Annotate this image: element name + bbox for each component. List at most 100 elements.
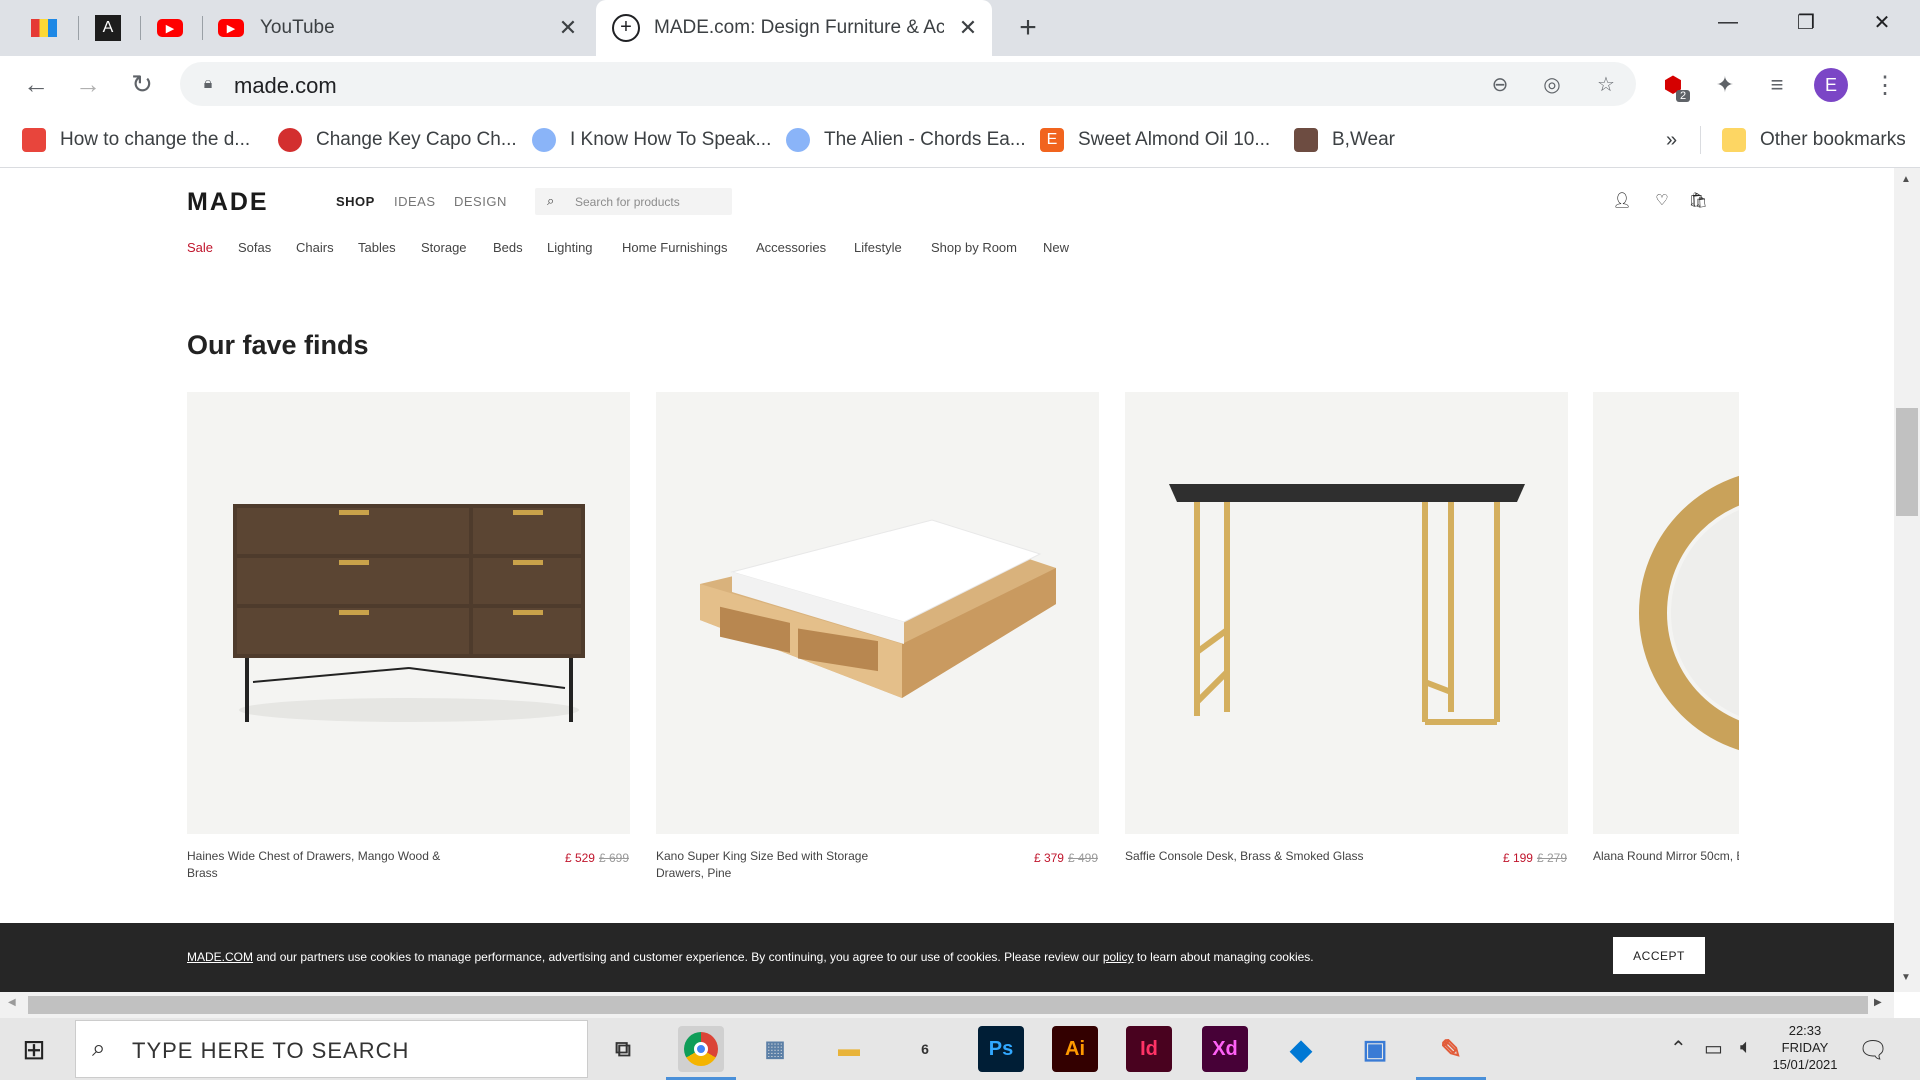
search-icon: ⌕	[547, 193, 555, 208]
tracking-blocked-eye-icon[interactable]: ◎	[1538, 70, 1566, 98]
nav-ideas[interactable]: IDEAS	[394, 194, 436, 209]
tab-pinned-atom[interactable]: A	[78, 0, 138, 56]
product-name[interactable]: Alana Round Mirror 50cm, B	[1593, 848, 1739, 865]
window-close-icon[interactable]: ✕	[1844, 0, 1920, 44]
category-sofas[interactable]: Sofas	[238, 240, 271, 255]
horizontal-scroll-thumb[interactable]	[28, 996, 1868, 1014]
tab-youtube[interactable]: ▶ YouTube ✕	[218, 0, 590, 56]
extensions-puzzle-icon[interactable]: ✦	[1708, 68, 1742, 102]
product-search-input[interactable]: ⌕ Search for products	[535, 188, 732, 215]
minimize-icon[interactable]: —	[1690, 0, 1766, 44]
product-image-chest-of-drawers[interactable]	[187, 392, 630, 834]
battery-icon[interactable]: ▭	[1704, 1036, 1723, 1061]
scroll-left-arrow-icon[interactable]: ◀	[8, 997, 16, 1008]
category-new[interactable]: New	[1043, 240, 1069, 255]
category-sale[interactable]: Sale	[187, 240, 213, 255]
policy-link[interactable]: policy	[1103, 950, 1134, 964]
category-accessories[interactable]: Accessories	[756, 240, 826, 255]
product-image-bed[interactable]	[656, 392, 1099, 834]
scroll-up-arrow-icon[interactable]: ▲	[1901, 174, 1911, 185]
new-tab-plus-icon[interactable]: +	[1012, 11, 1044, 44]
nav-design[interactable]: DESIGN	[454, 194, 507, 209]
restore-icon[interactable]: ❐	[1768, 0, 1844, 44]
nav-shop[interactable]: SHOP	[336, 194, 375, 209]
bookmark-item[interactable]: I Know How To Speak...	[532, 124, 771, 156]
wishlist-heart-icon[interactable]: ♡	[1652, 190, 1672, 210]
chrome-icon[interactable]	[678, 1026, 724, 1072]
bookmarks-bar: How to change the d... Change Key Capo C…	[0, 112, 1920, 168]
forward-arrow-icon[interactable]: →	[68, 64, 108, 104]
close-icon[interactable]: ✕	[954, 14, 982, 42]
taskbar-search-input[interactable]: ⌕ TYPE HERE TO SEARCH	[75, 1020, 588, 1078]
volume-icon[interactable]: 🔈︎	[1740, 1036, 1752, 1059]
taskbar-clock[interactable]: 22:33 FRIDAY 15/01/2021	[1770, 1022, 1840, 1073]
site-logo[interactable]: MADE	[187, 188, 269, 217]
product-name[interactable]: Saffie Console Desk, Brass & Smoked Glas…	[1125, 848, 1385, 865]
file-explorer-icon[interactable]: ▬	[826, 1026, 872, 1072]
atom-favicon: A	[95, 15, 121, 41]
cookie-banner: MADE.COM and our partners use cookies to…	[0, 923, 1894, 992]
bookmark-item[interactable]: The Alien - Chords Ea...	[786, 124, 1026, 156]
vertical-scrollbar[interactable]: ▲ ▼	[1894, 168, 1920, 992]
account-icon[interactable]: 👤︎	[1612, 190, 1632, 210]
vscode-icon[interactable]: ◆	[1278, 1026, 1324, 1072]
xd-icon[interactable]: Xd	[1202, 1026, 1248, 1072]
windows-start-icon[interactable]: ⊞	[14, 1032, 54, 1066]
bookmark-item[interactable]: How to change the d...	[22, 124, 250, 156]
product-name[interactable]: Kano Super King Size Bed with Storage Dr…	[656, 848, 916, 882]
media-queue-icon[interactable]: ≡	[1760, 68, 1794, 102]
basket-icon[interactable]: 🛍︎	[1688, 190, 1708, 210]
category-storage[interactable]: Storage	[421, 240, 467, 255]
address-bar[interactable]: 🔒︎ made.com ⊖ ◎ ☆	[180, 62, 1636, 106]
photoshop-icon[interactable]: Ps	[978, 1026, 1024, 1072]
reload-icon[interactable]: ↻	[122, 64, 162, 104]
category-lifestyle[interactable]: Lifestyle	[854, 240, 902, 255]
task-view-icon[interactable]: ⧉	[600, 1026, 646, 1072]
control-panel-icon[interactable]: ▣	[1352, 1026, 1398, 1072]
bookmark-item[interactable]: E Sweet Almond Oil 10...	[1040, 124, 1270, 156]
close-icon[interactable]: ✕	[554, 14, 582, 42]
profile-avatar[interactable]: E	[1814, 68, 1848, 102]
notifications-icon[interactable]: 🗨︎	[1858, 1036, 1888, 1065]
bookmark-star-icon[interactable]: ☆	[1592, 70, 1620, 98]
lock-icon[interactable]: 🔒︎	[194, 70, 222, 98]
taskbar-search-placeholder: TYPE HERE TO SEARCH	[132, 1038, 410, 1063]
made-link[interactable]: MADE.COM	[187, 950, 253, 964]
accept-cookies-button[interactable]: ACCEPT	[1613, 937, 1705, 974]
bookmark-item[interactable]: Change Key Capo Ch...	[278, 124, 517, 156]
other-bookmarks[interactable]: Other bookmarks	[1722, 124, 1906, 156]
indesign-icon[interactable]: Id	[1126, 1026, 1172, 1072]
category-tables[interactable]: Tables	[358, 240, 396, 255]
tray-chevron-up-icon[interactable]: ⌃	[1670, 1036, 1687, 1061]
illustrator-icon[interactable]: Ai	[1052, 1026, 1098, 1072]
product-image-round-mirror[interactable]	[1593, 392, 1739, 834]
vertical-scroll-thumb[interactable]	[1896, 408, 1918, 516]
calculator-icon[interactable]: ▦	[752, 1026, 798, 1072]
scroll-right-arrow-icon[interactable]: ▶	[1874, 997, 1882, 1008]
bookmark-favicon-icon	[22, 128, 46, 152]
tab-pinned-tetris[interactable]	[14, 0, 74, 56]
category-beds[interactable]: Beds	[493, 240, 523, 255]
product-name[interactable]: Haines Wide Chest of Drawers, Mango Wood…	[187, 848, 447, 882]
rhino-icon[interactable]: 6	[902, 1026, 948, 1072]
zoom-out-icon[interactable]: ⊖	[1486, 70, 1514, 98]
bookmark-item[interactable]: B,Wear	[1294, 124, 1395, 156]
bookmark-label: The Alien - Chords Ea...	[824, 129, 1026, 150]
category-shop-by-room[interactable]: Shop by Room	[931, 240, 1017, 255]
paint-app-icon[interactable]: ✎	[1428, 1026, 1474, 1072]
menu-kebab-icon[interactable]: ⋮	[1868, 68, 1902, 102]
browser-toolbar: ← → ↻ 🔒︎ made.com ⊖ ◎ ☆ ⬢ 2 ✦ ≡ E ⋮	[0, 56, 1920, 112]
category-home-furnishings[interactable]: Home Furnishings	[622, 240, 728, 255]
tab-made-active[interactable]: + MADE.com: Design Furniture & Acce ✕	[596, 0, 992, 56]
product-image-console-desk[interactable]	[1125, 392, 1568, 834]
made-favicon: +	[612, 14, 640, 42]
url-text[interactable]: made.com	[234, 73, 337, 99]
category-lighting[interactable]: Lighting	[547, 240, 593, 255]
category-chairs[interactable]: Chairs	[296, 240, 334, 255]
bookmarks-overflow-chevron-icon[interactable]: »	[1666, 124, 1677, 156]
horizontal-scrollbar[interactable]: ◀ ▶	[0, 992, 1894, 1018]
back-arrow-icon[interactable]: ←	[16, 64, 56, 104]
tab-pinned-youtube[interactable]: ▶	[140, 0, 200, 56]
scroll-down-arrow-icon[interactable]: ▼	[1901, 972, 1911, 983]
cookie-text-part: and our partners use cookies to manage p…	[253, 950, 1103, 964]
